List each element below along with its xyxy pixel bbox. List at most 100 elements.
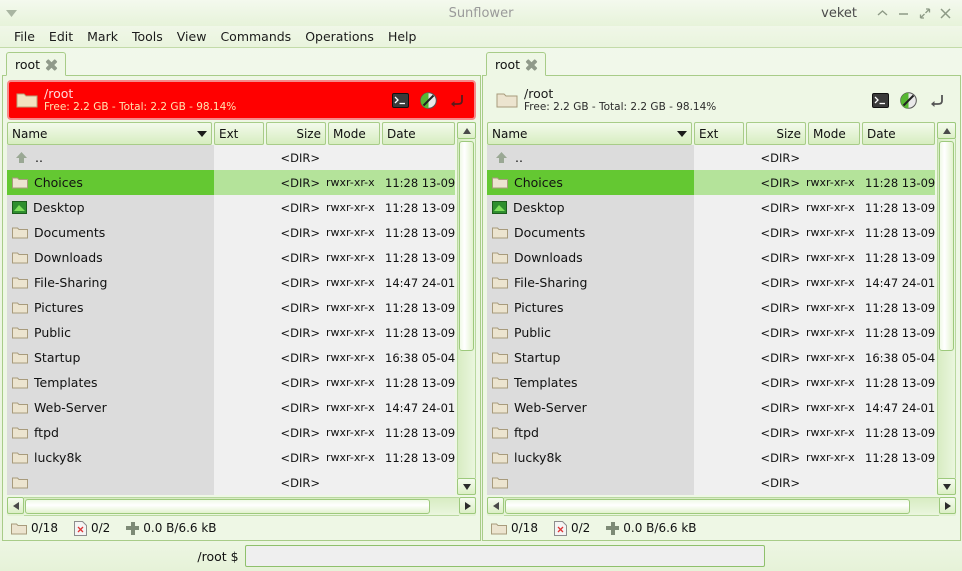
left-col-mode[interactable]: Mode — [328, 122, 380, 145]
table-row[interactable]: Web-Server <DIR> rwxr-xr-x 14:47 24-01-2 — [7, 395, 455, 420]
row-name-cell[interactable]: Choices — [487, 170, 694, 195]
left-path-bar[interactable]: /root Free: 2.2 GB - Total: 2.2 GB - 98.… — [7, 80, 476, 120]
hscroll-thumb[interactable] — [505, 499, 910, 514]
right-col-size[interactable]: Size — [746, 122, 806, 145]
table-row[interactable]: Templates <DIR> rwxr-xr-x 11:28 13-09-2 — [7, 370, 455, 395]
right-vertical-scrollbar[interactable] — [937, 122, 956, 495]
row-name-cell[interactable]: Downloads — [7, 245, 214, 270]
hscroll-thumb[interactable] — [25, 499, 430, 514]
right-file-list[interactable]: .. <DIR> Choices <DIR> rwxr-xr-x 11:28 13-09-… — [487, 145, 935, 495]
right-tab-root[interactable]: root — [486, 52, 547, 76]
table-row[interactable]: Startup <DIR> rwxr-xr-x 16:38 05-04-2 — [487, 345, 935, 370]
terminal-icon[interactable] — [871, 91, 890, 110]
table-row[interactable]: Pictures <DIR> rwxr-xr-x 11:28 13-09-2 — [7, 295, 455, 320]
right-col-mode[interactable]: Mode — [808, 122, 860, 145]
table-row[interactable]: ftpd <DIR> rwxr-xr-x 11:28 13-09-2 — [7, 420, 455, 445]
table-row[interactable]: Startup <DIR> rwxr-xr-x 16:38 05-04-2 — [7, 345, 455, 370]
row-name-cell[interactable]: Pictures — [487, 295, 694, 320]
row-name-cell[interactable]: Web-Server — [7, 395, 214, 420]
row-name-cell[interactable]: Pictures — [7, 295, 214, 320]
row-name-cell[interactable]: File-Sharing — [487, 270, 694, 295]
row-name-cell[interactable]: .. — [7, 145, 214, 170]
scroll-up-button[interactable] — [937, 122, 956, 139]
table-row[interactable]: .. <DIR> — [7, 145, 455, 170]
row-name-cell[interactable]: Startup — [7, 345, 214, 370]
right-col-date[interactable]: Date — [862, 122, 935, 145]
return-arrow-icon[interactable] — [927, 91, 946, 110]
table-row[interactable]: lucky8k <DIR> rwxr-xr-x 11:28 13-09-2 — [7, 445, 455, 470]
terminal-icon[interactable] — [391, 91, 410, 110]
table-row[interactable]: ftpd <DIR> rwxr-xr-x 11:28 13-09-2 — [487, 420, 935, 445]
row-name-cell[interactable]: Web-Server — [487, 395, 694, 420]
row-name-cell[interactable] — [487, 470, 694, 495]
command-input[interactable] — [244, 545, 765, 567]
left-horizontal-scrollbar[interactable] — [7, 497, 476, 516]
right-col-ext[interactable]: Ext — [694, 122, 744, 145]
left-col-ext[interactable]: Ext — [214, 122, 264, 145]
scroll-thumb[interactable] — [939, 141, 954, 352]
row-name-cell[interactable] — [7, 470, 214, 495]
window-menu-icon[interactable] — [0, 0, 22, 26]
scroll-down-button[interactable] — [457, 478, 476, 495]
scroll-up-button[interactable] — [457, 122, 476, 139]
right-horizontal-scrollbar[interactable] — [487, 497, 956, 516]
left-col-name[interactable]: Name — [7, 122, 212, 145]
table-row[interactable]: Pictures <DIR> rwxr-xr-x 11:28 13-09-2 — [487, 295, 935, 320]
scroll-down-button[interactable] — [937, 478, 956, 495]
left-col-size[interactable]: Size — [266, 122, 326, 145]
scroll-track[interactable] — [457, 139, 476, 478]
scroll-right-button[interactable] — [939, 497, 956, 514]
menu-help[interactable]: Help — [381, 27, 424, 46]
row-name-cell[interactable]: Templates — [487, 370, 694, 395]
table-row[interactable]: Downloads <DIR> rwxr-xr-x 11:28 13-09-2 — [487, 245, 935, 270]
disconnect-icon[interactable] — [899, 91, 918, 110]
table-row[interactable]: Documents <DIR> rwxr-xr-x 11:28 13-09-2 — [7, 220, 455, 245]
right-col-name[interactable]: Name — [487, 122, 692, 145]
menu-mark[interactable]: Mark — [80, 27, 125, 46]
menu-operations[interactable]: Operations — [298, 27, 381, 46]
right-path-bar[interactable]: /root Free: 2.2 GB - Total: 2.2 GB - 98.… — [487, 80, 956, 120]
table-row[interactable]: Templates <DIR> rwxr-xr-x 11:28 13-09-2 — [487, 370, 935, 395]
minimize-icon[interactable] — [894, 3, 913, 23]
left-file-list[interactable]: .. <DIR> Choices <DIR> rwxr-xr-x 11:28 13-09-… — [7, 145, 455, 495]
table-row[interactable]: Desktop <DIR> rwxr-xr-x 11:28 13-09-2 — [7, 195, 455, 220]
left-vertical-scrollbar[interactable] — [457, 122, 476, 495]
table-row[interactable]: Choices <DIR> rwxr-xr-x 11:28 13-09-2 — [7, 170, 455, 195]
scroll-thumb[interactable] — [459, 141, 474, 352]
table-row[interactable]: File-Sharing <DIR> rwxr-xr-x 14:47 24-01-2 — [7, 270, 455, 295]
row-name-cell[interactable]: lucky8k — [7, 445, 214, 470]
close-tab-icon[interactable] — [525, 58, 538, 71]
row-name-cell[interactable]: Public — [487, 320, 694, 345]
disconnect-icon[interactable] — [419, 91, 438, 110]
return-arrow-icon[interactable] — [447, 91, 466, 110]
row-name-cell[interactable]: Desktop — [7, 195, 214, 220]
table-row[interactable]: <DIR> — [7, 470, 455, 495]
row-name-cell[interactable]: Choices — [7, 170, 214, 195]
menu-view[interactable]: View — [170, 27, 214, 46]
scroll-right-button[interactable] — [459, 497, 476, 514]
scroll-track[interactable] — [937, 139, 956, 478]
row-name-cell[interactable]: Desktop — [487, 195, 694, 220]
table-row[interactable]: Documents <DIR> rwxr-xr-x 11:28 13-09-2 — [487, 220, 935, 245]
table-row[interactable]: <DIR> — [487, 470, 935, 495]
table-row[interactable]: Public <DIR> rwxr-xr-x 11:28 13-09-2 — [487, 320, 935, 345]
row-name-cell[interactable]: Documents — [487, 220, 694, 245]
maximize-icon[interactable] — [915, 3, 934, 23]
menu-commands[interactable]: Commands — [213, 27, 298, 46]
row-name-cell[interactable]: ftpd — [7, 420, 214, 445]
menu-file[interactable]: File — [7, 27, 42, 46]
left-col-date[interactable]: Date — [382, 122, 455, 145]
table-row[interactable]: .. <DIR> — [487, 145, 935, 170]
hscroll-track[interactable] — [504, 497, 939, 516]
shade-icon[interactable] — [873, 3, 892, 23]
row-name-cell[interactable]: Startup — [487, 345, 694, 370]
scroll-left-button[interactable] — [487, 497, 504, 514]
table-row[interactable]: Downloads <DIR> rwxr-xr-x 11:28 13-09-2 — [7, 245, 455, 270]
table-row[interactable]: Web-Server <DIR> rwxr-xr-x 14:47 24-01-2 — [487, 395, 935, 420]
row-name-cell[interactable]: File-Sharing — [7, 270, 214, 295]
scroll-left-button[interactable] — [7, 497, 24, 514]
left-tab-root[interactable]: root — [6, 52, 67, 76]
table-row[interactable]: Public <DIR> rwxr-xr-x 11:28 13-09-2 — [7, 320, 455, 345]
row-name-cell[interactable]: Public — [7, 320, 214, 345]
table-row[interactable]: Choices <DIR> rwxr-xr-x 11:28 13-09-2 — [487, 170, 935, 195]
